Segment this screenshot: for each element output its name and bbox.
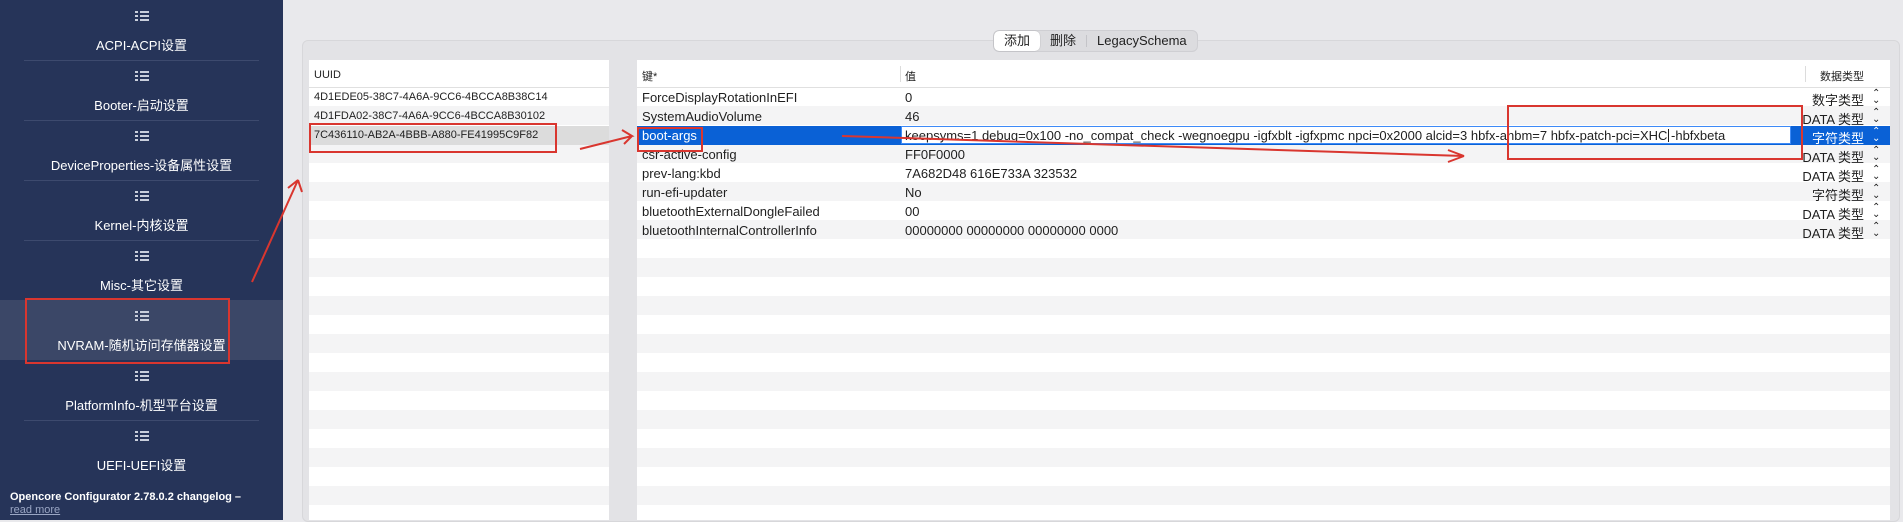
annotation-arrows — [251, 129, 1465, 283]
arrow-to-value — [841, 135, 1465, 163]
arrow-to-uuid — [251, 179, 303, 283]
arrow-to-bootargs — [579, 129, 635, 150]
